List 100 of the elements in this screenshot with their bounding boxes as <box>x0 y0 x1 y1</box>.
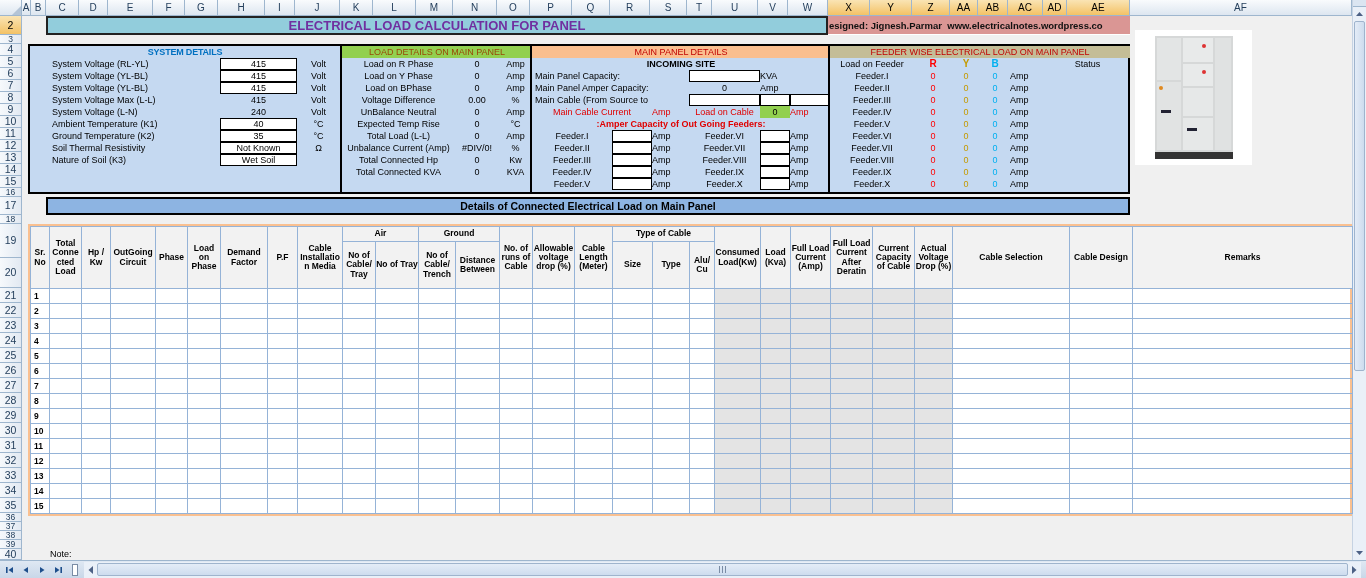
row-header[interactable]: 12 <box>0 140 21 152</box>
row-header[interactable]: 3 <box>0 35 21 44</box>
row-header[interactable]: 27 <box>0 378 21 393</box>
column-header[interactable]: V <box>758 0 788 15</box>
column-header[interactable]: K <box>340 0 373 15</box>
row-header[interactable]: 7 <box>0 80 21 92</box>
input-field[interactable]: 40 <box>220 118 297 130</box>
row-header[interactable]: 4 <box>0 44 21 56</box>
input-field[interactable] <box>760 154 790 166</box>
row-header[interactable]: 33 <box>0 468 21 483</box>
input-field[interactable] <box>612 130 652 142</box>
row-header[interactable]: 31 <box>0 438 21 453</box>
row-header[interactable]: 21 <box>0 288 21 303</box>
input-field[interactable] <box>689 94 760 106</box>
column-header[interactable]: A <box>22 0 31 15</box>
field-value: 0 <box>929 178 937 190</box>
unit-label: % <box>510 142 521 154</box>
row-header[interactable]: 2 <box>0 16 21 35</box>
input-field[interactable] <box>760 166 790 178</box>
column-header[interactable]: N <box>453 0 497 15</box>
row-header[interactable]: 30 <box>0 423 21 438</box>
row-header[interactable]: 37 <box>0 522 21 531</box>
input-field[interactable] <box>612 166 652 178</box>
row-header[interactable]: 22 <box>0 303 21 318</box>
column-header[interactable]: AE <box>1067 0 1130 15</box>
input-field[interactable] <box>612 142 652 154</box>
row-header[interactable]: 14 <box>0 164 21 176</box>
row-header[interactable]: 36 <box>0 513 21 522</box>
unit-label: Amp <box>1010 178 1030 190</box>
column-header[interactable]: M <box>416 0 453 15</box>
column-header[interactable]: AD <box>1043 0 1067 15</box>
input-field[interactable] <box>760 142 790 154</box>
scrollbar-thumb[interactable] <box>97 563 1348 576</box>
column-header[interactable]: I <box>265 0 295 15</box>
input-field[interactable] <box>612 154 652 166</box>
row-header[interactable]: 24 <box>0 333 21 348</box>
row-header[interactable]: 38 <box>0 531 21 540</box>
unit-label: Amp <box>1010 82 1030 94</box>
split-handle[interactable] <box>1353 0 1366 7</box>
input-field[interactable]: Not Known <box>220 142 297 154</box>
row-header[interactable]: 10 <box>0 116 21 128</box>
column-header[interactable]: F <box>153 0 185 15</box>
column-header[interactable]: U <box>712 0 758 15</box>
column-header[interactable]: R <box>610 0 650 15</box>
tab-split-handle[interactable] <box>72 563 78 576</box>
column-header[interactable]: J <box>295 0 340 15</box>
column-header[interactable]: Y <box>870 0 912 15</box>
column-header[interactable]: T <box>687 0 712 15</box>
column-header[interactable]: L <box>373 0 416 15</box>
input-field[interactable] <box>790 94 830 106</box>
column-header[interactable]: Z <box>912 0 950 15</box>
row-header[interactable]: 16 <box>0 188 21 197</box>
column-header[interactable]: AA <box>950 0 978 15</box>
column-header[interactable]: X <box>828 0 870 15</box>
input-field[interactable] <box>689 70 760 82</box>
row-header[interactable]: 20 <box>0 258 21 288</box>
field-value: 0 <box>991 106 999 118</box>
column-header[interactable]: AC <box>1008 0 1043 15</box>
row-header[interactable]: 11 <box>0 128 21 140</box>
row-header[interactable]: 17 <box>0 197 21 215</box>
column-header[interactable]: O <box>497 0 530 15</box>
input-field[interactable] <box>760 130 790 142</box>
input-field[interactable] <box>760 94 790 106</box>
input-field[interactable]: 415 <box>220 70 297 82</box>
row-header[interactable]: 39 <box>0 540 21 549</box>
row-header[interactable]: 9 <box>0 104 21 116</box>
row-header[interactable]: 34 <box>0 483 21 498</box>
column-header[interactable]: E <box>108 0 153 15</box>
row-header[interactable]: 6 <box>0 68 21 80</box>
row-header[interactable]: 13 <box>0 152 21 164</box>
column-header[interactable]: Q <box>572 0 610 15</box>
row-header[interactable]: 8 <box>0 92 21 104</box>
input-field[interactable]: 35 <box>220 130 297 142</box>
column-header[interactable]: AB <box>978 0 1008 15</box>
input-field[interactable] <box>760 178 790 190</box>
row-header[interactable]: 26 <box>0 363 21 378</box>
row-header[interactable]: 18 <box>0 215 21 224</box>
field-value: 0 <box>962 130 970 142</box>
column-header[interactable]: S <box>650 0 687 15</box>
input-field[interactable]: 415 <box>220 58 297 70</box>
row-header[interactable]: 29 <box>0 408 21 423</box>
input-field[interactable]: Wet Soil <box>220 154 297 166</box>
row-header[interactable]: 32 <box>0 453 21 468</box>
column-header[interactable]: H <box>218 0 265 15</box>
input-field[interactable] <box>612 178 652 190</box>
column-header[interactable]: C <box>46 0 79 15</box>
row-header[interactable]: 23 <box>0 318 21 333</box>
column-header[interactable]: D <box>79 0 108 15</box>
row-header[interactable]: 35 <box>0 498 21 513</box>
column-header[interactable]: G <box>185 0 218 15</box>
input-field[interactable]: 415 <box>220 82 297 94</box>
row-header[interactable]: 15 <box>0 176 21 188</box>
column-header[interactable]: B <box>31 0 46 15</box>
column-header[interactable]: P <box>530 0 572 15</box>
row-header[interactable]: 5 <box>0 56 21 68</box>
row-header[interactable]: 19 <box>0 224 21 258</box>
row-header[interactable]: 25 <box>0 348 21 363</box>
table-header: No. of runs of Cable <box>499 226 533 289</box>
scrollbar-thumb[interactable] <box>1354 21 1365 371</box>
row-header[interactable]: 28 <box>0 393 21 408</box>
